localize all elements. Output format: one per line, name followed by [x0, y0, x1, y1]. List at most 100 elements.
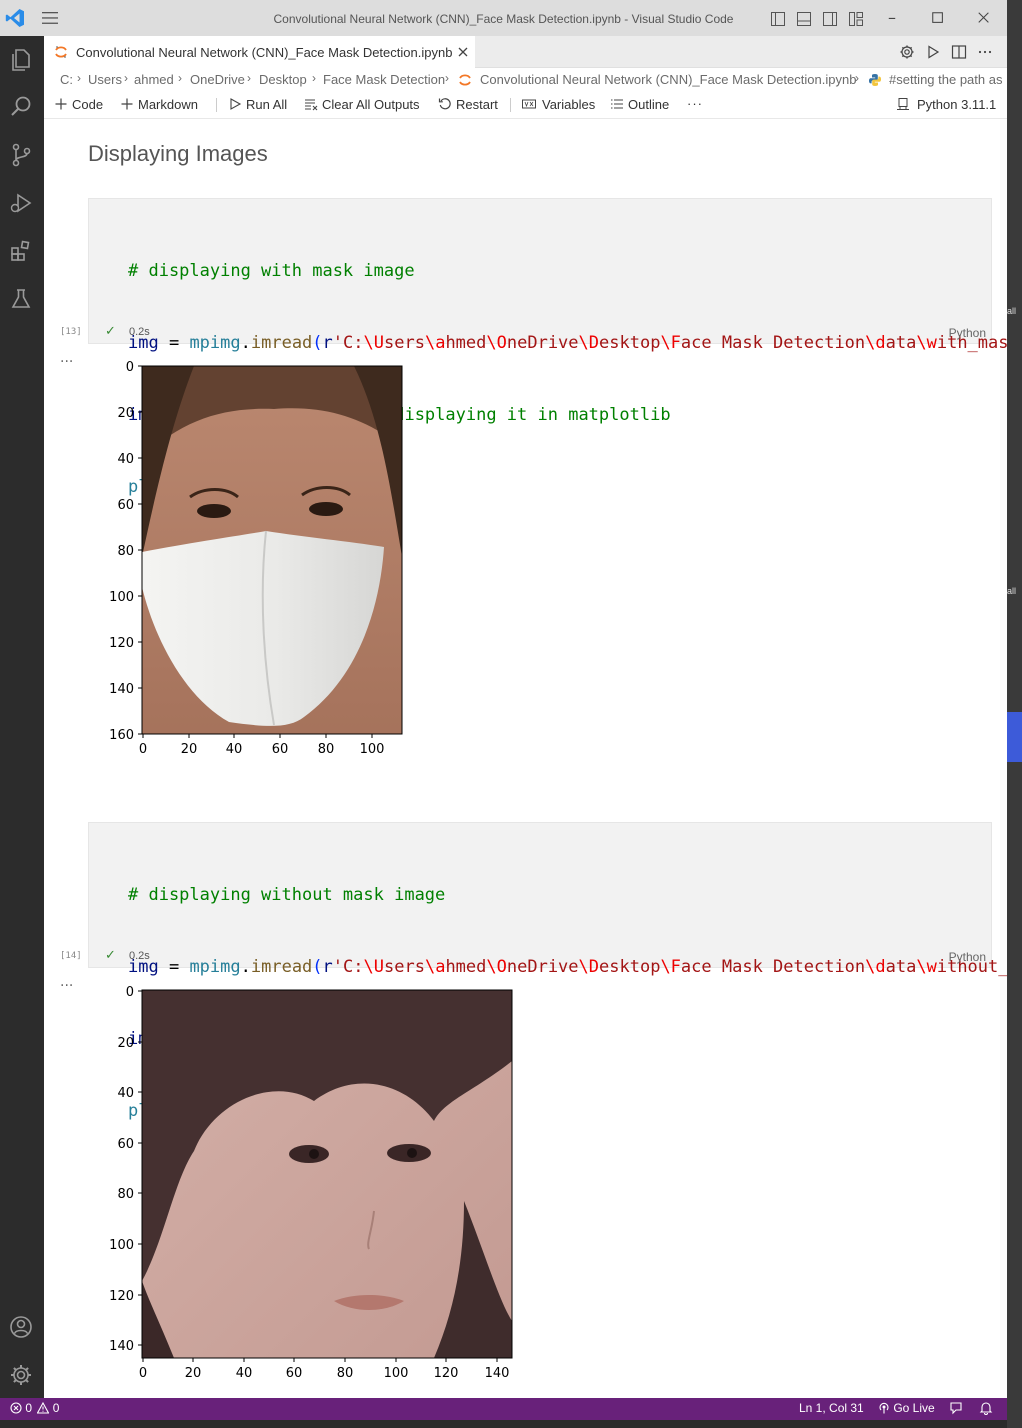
x-tick-label: 80 — [318, 742, 335, 757]
warning-count: 0 — [52, 1401, 60, 1415]
y-tick-label: 60 — [117, 498, 134, 513]
execution-count: [13] — [60, 327, 82, 337]
chevron-right-icon: › — [445, 71, 449, 85]
close-tab-icon[interactable] — [456, 45, 470, 59]
jupyter-icon — [459, 74, 471, 86]
testing-icon[interactable] — [8, 286, 34, 312]
cell-status-bar: ✓ 0.2s Python — [89, 946, 991, 968]
customize-layout-icon[interactable] — [848, 11, 864, 27]
y-tick-label: 140 — [109, 682, 134, 697]
cell-language[interactable]: Python — [949, 326, 986, 340]
toggle-panel-icon[interactable] — [796, 11, 812, 27]
cursor-position[interactable]: Ln 1, Col 31 — [799, 1401, 864, 1415]
output-menu[interactable]: ... — [60, 974, 73, 990]
breadcrumb-item-drive[interactable]: C: — [60, 72, 73, 87]
background-text: all — [1007, 306, 1017, 316]
x-tick-label: 100 — [360, 742, 385, 757]
background-text: all — [1007, 586, 1017, 596]
breadcrumb-item-file[interactable]: Convolutional Neural Network (CNN)_Face … — [480, 72, 856, 87]
title-bar: Convolutional Neural Network (CNN)_Face … — [0, 0, 1007, 36]
more-toolbar-actions-button[interactable]: ··· — [687, 96, 703, 114]
maximize-icon[interactable] — [930, 9, 946, 27]
explorer-icon[interactable] — [8, 46, 34, 72]
execution-time: 0.2s — [129, 326, 150, 338]
breadcrumb-item-folder[interactable]: Face Mask Detection — [323, 72, 445, 87]
x-tick-label: 140 — [485, 1366, 510, 1381]
extensions-icon[interactable] — [8, 238, 34, 264]
desktop-background — [0, 1420, 1007, 1428]
x-tick-label: 100 — [384, 1366, 409, 1381]
y-tick-label: 160 — [109, 728, 134, 743]
x-axis: 0 20 40 60 80 100 — [139, 734, 385, 757]
x-tick-label: 40 — [236, 1366, 253, 1381]
error-icon — [10, 1402, 22, 1414]
notebook-settings-gear-icon[interactable] — [899, 44, 915, 60]
x-tick-label: 60 — [272, 742, 289, 757]
vscode-window: Convolutional Neural Network (CNN)_Face … — [0, 0, 1007, 1428]
activity-bar — [0, 36, 44, 1398]
success-check-icon: ✓ — [105, 324, 116, 339]
y-tick-label: 120 — [109, 1289, 134, 1304]
split-editor-icon[interactable] — [951, 44, 967, 60]
x-axis: 0 20 40 60 80 100 120 140 — [139, 1358, 510, 1381]
x-tick-label: 40 — [226, 742, 243, 757]
accounts-icon[interactable] — [8, 1314, 34, 1340]
y-axis: 0 20 40 60 80 100 120 140 160 — [109, 360, 142, 743]
editor-tab-bar: Convolutional Neural Network (CNN)_Face … — [44, 36, 1007, 68]
toggle-secondary-sidebar-icon[interactable] — [822, 11, 838, 27]
error-count: 0 — [25, 1401, 33, 1415]
variables-icon — [522, 99, 536, 109]
y-tick-label: 140 — [109, 1339, 134, 1354]
breadcrumb-item-symbol[interactable]: #setting the path as — [889, 72, 1002, 87]
notebook-tab[interactable]: Convolutional Neural Network (CNN)_Face … — [44, 36, 475, 68]
outline-icon — [611, 99, 623, 109]
problems-indicator[interactable]: 0 0 — [10, 1401, 59, 1415]
y-tick-label: 0 — [126, 985, 134, 1000]
breadcrumb-item-ahmed[interactable]: ahmed — [134, 72, 174, 87]
photo-without-mask — [142, 990, 512, 1358]
source-control-icon[interactable] — [8, 142, 34, 168]
close-window-icon[interactable] — [976, 9, 992, 27]
y-tick-label: 60 — [117, 1137, 134, 1152]
more-actions-icon[interactable] — [977, 44, 993, 60]
search-icon[interactable] — [8, 94, 34, 120]
y-tick-label: 80 — [117, 1187, 134, 1202]
minimize-icon[interactable]: – — [884, 9, 900, 27]
breadcrumb-item-desktop[interactable]: Desktop — [259, 72, 307, 87]
image-plot-without-mask: 0 20 40 60 80 100 120 140 0 20 40 60 80 … — [109, 985, 513, 1381]
settings-gear-icon[interactable] — [8, 1362, 34, 1388]
cell-language[interactable]: Python — [949, 950, 986, 964]
code-cell[interactable]: # displaying without mask image img = mp… — [88, 822, 1007, 1121]
toolbar-divider — [510, 98, 511, 112]
python-icon — [869, 74, 881, 86]
run-debug-icon[interactable] — [8, 190, 34, 216]
feedback-icon[interactable] — [949, 1401, 963, 1418]
chevron-right-icon: › — [312, 71, 316, 85]
toggle-primary-sidebar-icon[interactable] — [770, 11, 786, 27]
run-icon[interactable] — [925, 44, 941, 60]
go-live-label: Go Live — [893, 1401, 935, 1415]
notebook-content: Displaying Images # displaying with mask… — [44, 119, 1007, 1398]
code-cell[interactable]: # displaying with mask image img = mpimg… — [88, 198, 1007, 497]
background-window-edge: all all — [1007, 0, 1022, 1428]
cell-status-bar: ✓ 0.2s Python — [89, 322, 991, 344]
execution-time: 0.2s — [129, 950, 150, 962]
go-live-button[interactable]: Go Live — [878, 1401, 935, 1415]
y-tick-label: 80 — [117, 544, 134, 559]
breadcrumb-item-users[interactable]: Users — [88, 72, 122, 87]
image-plot-with-mask: 0 20 40 60 80 100 120 140 160 0 20 40 60… — [109, 360, 403, 757]
y-tick-label: 20 — [117, 1036, 134, 1051]
x-tick-label: 0 — [139, 1366, 147, 1381]
breadcrumb-item-onedrive[interactable]: OneDrive — [190, 72, 245, 87]
photo-with-mask — [142, 366, 402, 734]
x-tick-label: 120 — [434, 1366, 459, 1381]
y-tick-label: 100 — [109, 590, 134, 605]
x-tick-label: 20 — [181, 742, 198, 757]
chevron-right-icon: › — [124, 71, 128, 85]
output-menu[interactable]: ... — [60, 350, 73, 366]
notifications-bell-icon[interactable] — [979, 1401, 993, 1418]
background-accent — [1007, 712, 1022, 762]
clear-all-icon — [305, 99, 318, 111]
chevron-right-icon: › — [247, 71, 251, 85]
x-tick-label: 0 — [139, 742, 147, 757]
